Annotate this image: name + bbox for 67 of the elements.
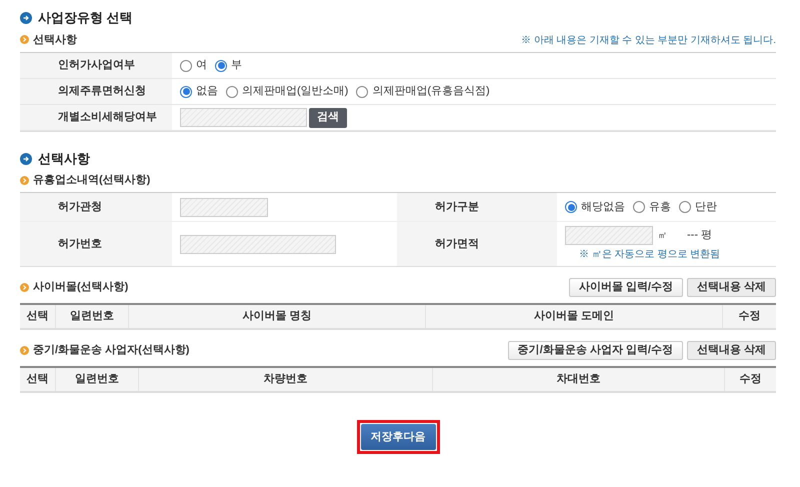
unit-label: ㎡ xyxy=(658,228,667,242)
radio-label: 의제판매업(일반소매) xyxy=(242,84,348,100)
column-header: 선택 xyxy=(26,372,48,388)
chevron-circle-icon xyxy=(20,176,29,184)
search-button[interactable]: 검색 xyxy=(309,108,347,128)
radio-button[interactable] xyxy=(565,201,577,213)
action-button[interactable]: 선택내용 삭제 xyxy=(686,278,776,296)
radio-label: 의제판매업(유흥음식점) xyxy=(372,84,490,100)
radio-button[interactable] xyxy=(356,86,368,98)
section-subtitle: 유흥업소내역(선택사항) xyxy=(33,172,150,188)
row-label: 의제주류면허신청 xyxy=(58,84,146,100)
radio-button[interactable] xyxy=(679,201,691,213)
chevron-circle-icon xyxy=(20,35,29,44)
pyeong-value: --- 평 xyxy=(687,228,712,244)
text-field[interactable] xyxy=(180,198,268,216)
text-field[interactable] xyxy=(180,108,307,127)
radio-button[interactable] xyxy=(180,86,192,98)
radio-label: 유흥 xyxy=(649,200,671,215)
radio-label: 단란 xyxy=(695,200,717,215)
radio-option[interactable]: 해당없음 xyxy=(565,198,625,216)
row-label: 허가번호 xyxy=(58,236,102,252)
section-title: 선택사항 xyxy=(38,150,90,168)
action-button[interactable]: 중기/화물운송 사업자 입력/수정 xyxy=(508,340,683,360)
radio-option[interactable]: 부 xyxy=(215,57,242,74)
radio-label: 부 xyxy=(231,58,242,74)
radio-option[interactable]: 의제판매업(일반소매) xyxy=(226,83,348,100)
radio-label: 해당없음 xyxy=(581,200,625,215)
chevron-circle-icon xyxy=(20,346,29,354)
column-header: 사이버몰 도메인 xyxy=(534,309,614,324)
row-label: 허가면적 xyxy=(435,236,479,252)
column-header: 일련번호 xyxy=(70,309,114,324)
action-button[interactable]: 선택내용 삭제 xyxy=(686,340,776,360)
radio-option[interactable]: 단란 xyxy=(679,198,717,216)
row-label: 허가관청 xyxy=(58,200,102,215)
radio-option[interactable]: 유흥 xyxy=(633,198,671,216)
section-subtitle: 선택사항 xyxy=(33,32,77,48)
section-title: 사업장유형 선택 xyxy=(38,9,133,28)
arrow-circle-icon xyxy=(20,153,32,165)
column-header: 수정 xyxy=(738,309,760,324)
radio-label: 없음 xyxy=(196,84,218,100)
column-header: 선택 xyxy=(26,309,48,324)
column-header: 수정 xyxy=(740,372,762,388)
radio-option[interactable]: 없음 xyxy=(180,83,218,100)
radio-label: 여 xyxy=(196,58,207,74)
radio-option[interactable]: 여 xyxy=(180,57,207,74)
notice-text: ※ 아래 내용은 기재할 수 있는 부분만 기재하셔도 됩니다. xyxy=(520,34,776,48)
radio-button[interactable] xyxy=(226,86,238,98)
section-subtitle: 사이버몰(선택사항) xyxy=(33,280,128,295)
radio-option[interactable]: 의제판매업(유흥음식점) xyxy=(356,83,490,100)
radio-button[interactable] xyxy=(633,201,645,213)
row-label: 허가구분 xyxy=(435,200,479,215)
action-button[interactable]: 사이버몰 입력/수정 xyxy=(568,278,683,296)
row-label: 개별소비세해당여부 xyxy=(58,110,157,126)
chevron-circle-icon xyxy=(20,282,29,292)
column-header: 차대번호 xyxy=(556,372,600,388)
radio-button[interactable] xyxy=(215,60,227,72)
column-header: 일련번호 xyxy=(75,372,119,388)
arrow-circle-icon xyxy=(20,12,32,24)
radio-button[interactable] xyxy=(180,60,192,72)
save-next-button[interactable]: 저장후다음 xyxy=(360,424,436,450)
section-subtitle: 중기/화물운송 사업자(선택사항) xyxy=(33,342,190,358)
conversion-note: ※ ㎡은 자동으로 평으로 변환됨 xyxy=(579,248,722,262)
text-field[interactable] xyxy=(180,234,336,254)
text-field[interactable] xyxy=(565,226,653,245)
column-header: 사이버몰 명칭 xyxy=(242,309,312,324)
row-label: 인허가사업여부 xyxy=(58,58,135,74)
column-header: 차량번호 xyxy=(264,372,308,388)
